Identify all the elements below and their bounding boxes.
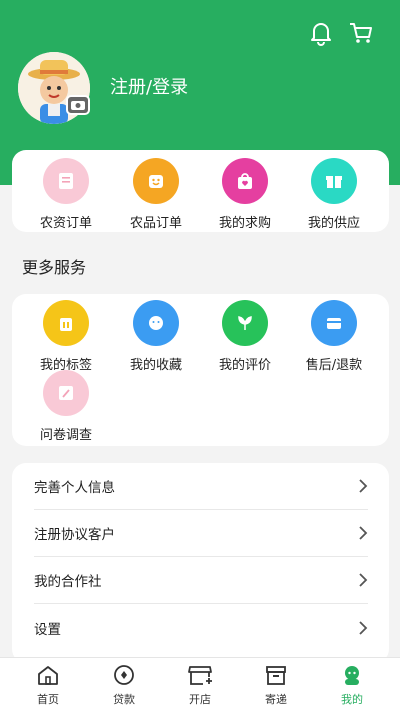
menu-item-register-agreement[interactable]: 注册协议客户 <box>34 510 368 557</box>
document-icon <box>43 158 89 204</box>
shopping-bag-heart-icon <box>222 158 268 204</box>
home-icon <box>38 666 58 685</box>
loan-icon <box>114 665 134 685</box>
menu-item-settings[interactable]: 设置 <box>34 604 368 651</box>
my-purchase-requests[interactable]: 我的求购 <box>200 158 290 231</box>
chevron-right-icon <box>359 573 368 587</box>
refund-card-icon <box>311 300 357 346</box>
my-tags[interactable]: 我的标签 <box>21 300 111 373</box>
favorite-face-icon <box>133 300 179 346</box>
menu-item-complete-profile[interactable]: 完善个人信息 <box>34 463 368 510</box>
section-title-more-services: 更多服务 <box>22 258 87 277</box>
tab-loan[interactable]: 贷款 <box>84 658 164 711</box>
plant-icon <box>222 300 268 346</box>
tab-shipping[interactable]: 寄递 <box>236 658 316 711</box>
smile-bag-icon <box>133 158 179 204</box>
chevron-right-icon <box>359 479 368 493</box>
login-register-link[interactable]: 注册/登录 <box>110 73 188 99</box>
store-icon <box>188 666 212 685</box>
package-icon <box>266 666 286 685</box>
my-reviews[interactable]: 我的评价 <box>200 300 290 373</box>
more-services-card: 我的标签 我的收藏 我的评价 售后/退款 问卷调查 <box>12 294 389 446</box>
cart-icon[interactable] <box>348 20 374 46</box>
bottom-tab-bar: 首页 贷款 开店 寄递 我的 <box>0 657 400 711</box>
order-agri-products[interactable]: 农品订单 <box>111 158 201 231</box>
menu-item-my-cooperative[interactable]: 我的合作社 <box>34 557 368 604</box>
tab-open-store[interactable]: 开店 <box>160 658 240 711</box>
tab-mine[interactable]: 我的 <box>312 658 392 711</box>
chevron-right-icon <box>359 526 368 540</box>
after-sales-refund[interactable]: 售后/退款 <box>289 300 379 373</box>
camera-icon[interactable] <box>66 95 90 115</box>
settings-menu-card: 完善个人信息 注册协议客户 我的合作社 设置 <box>12 463 389 663</box>
survey-icon <box>43 370 89 416</box>
gift-icon <box>311 158 357 204</box>
chevron-right-icon <box>359 620 368 635</box>
profile-icon <box>345 666 359 685</box>
tab-home[interactable]: 首页 <box>8 658 88 711</box>
my-supply[interactable]: 我的供应 <box>289 158 379 231</box>
my-favorites[interactable]: 我的收藏 <box>111 300 201 373</box>
bell-icon[interactable] <box>308 20 334 46</box>
order-agri-supplies[interactable]: 农资订单 <box>21 158 111 231</box>
order-shortcuts-card: 农资订单 农品订单 我的求购 我的供应 <box>12 150 389 232</box>
tag-icon <box>43 300 89 346</box>
questionnaire-survey[interactable]: 问卷调查 <box>21 370 111 443</box>
